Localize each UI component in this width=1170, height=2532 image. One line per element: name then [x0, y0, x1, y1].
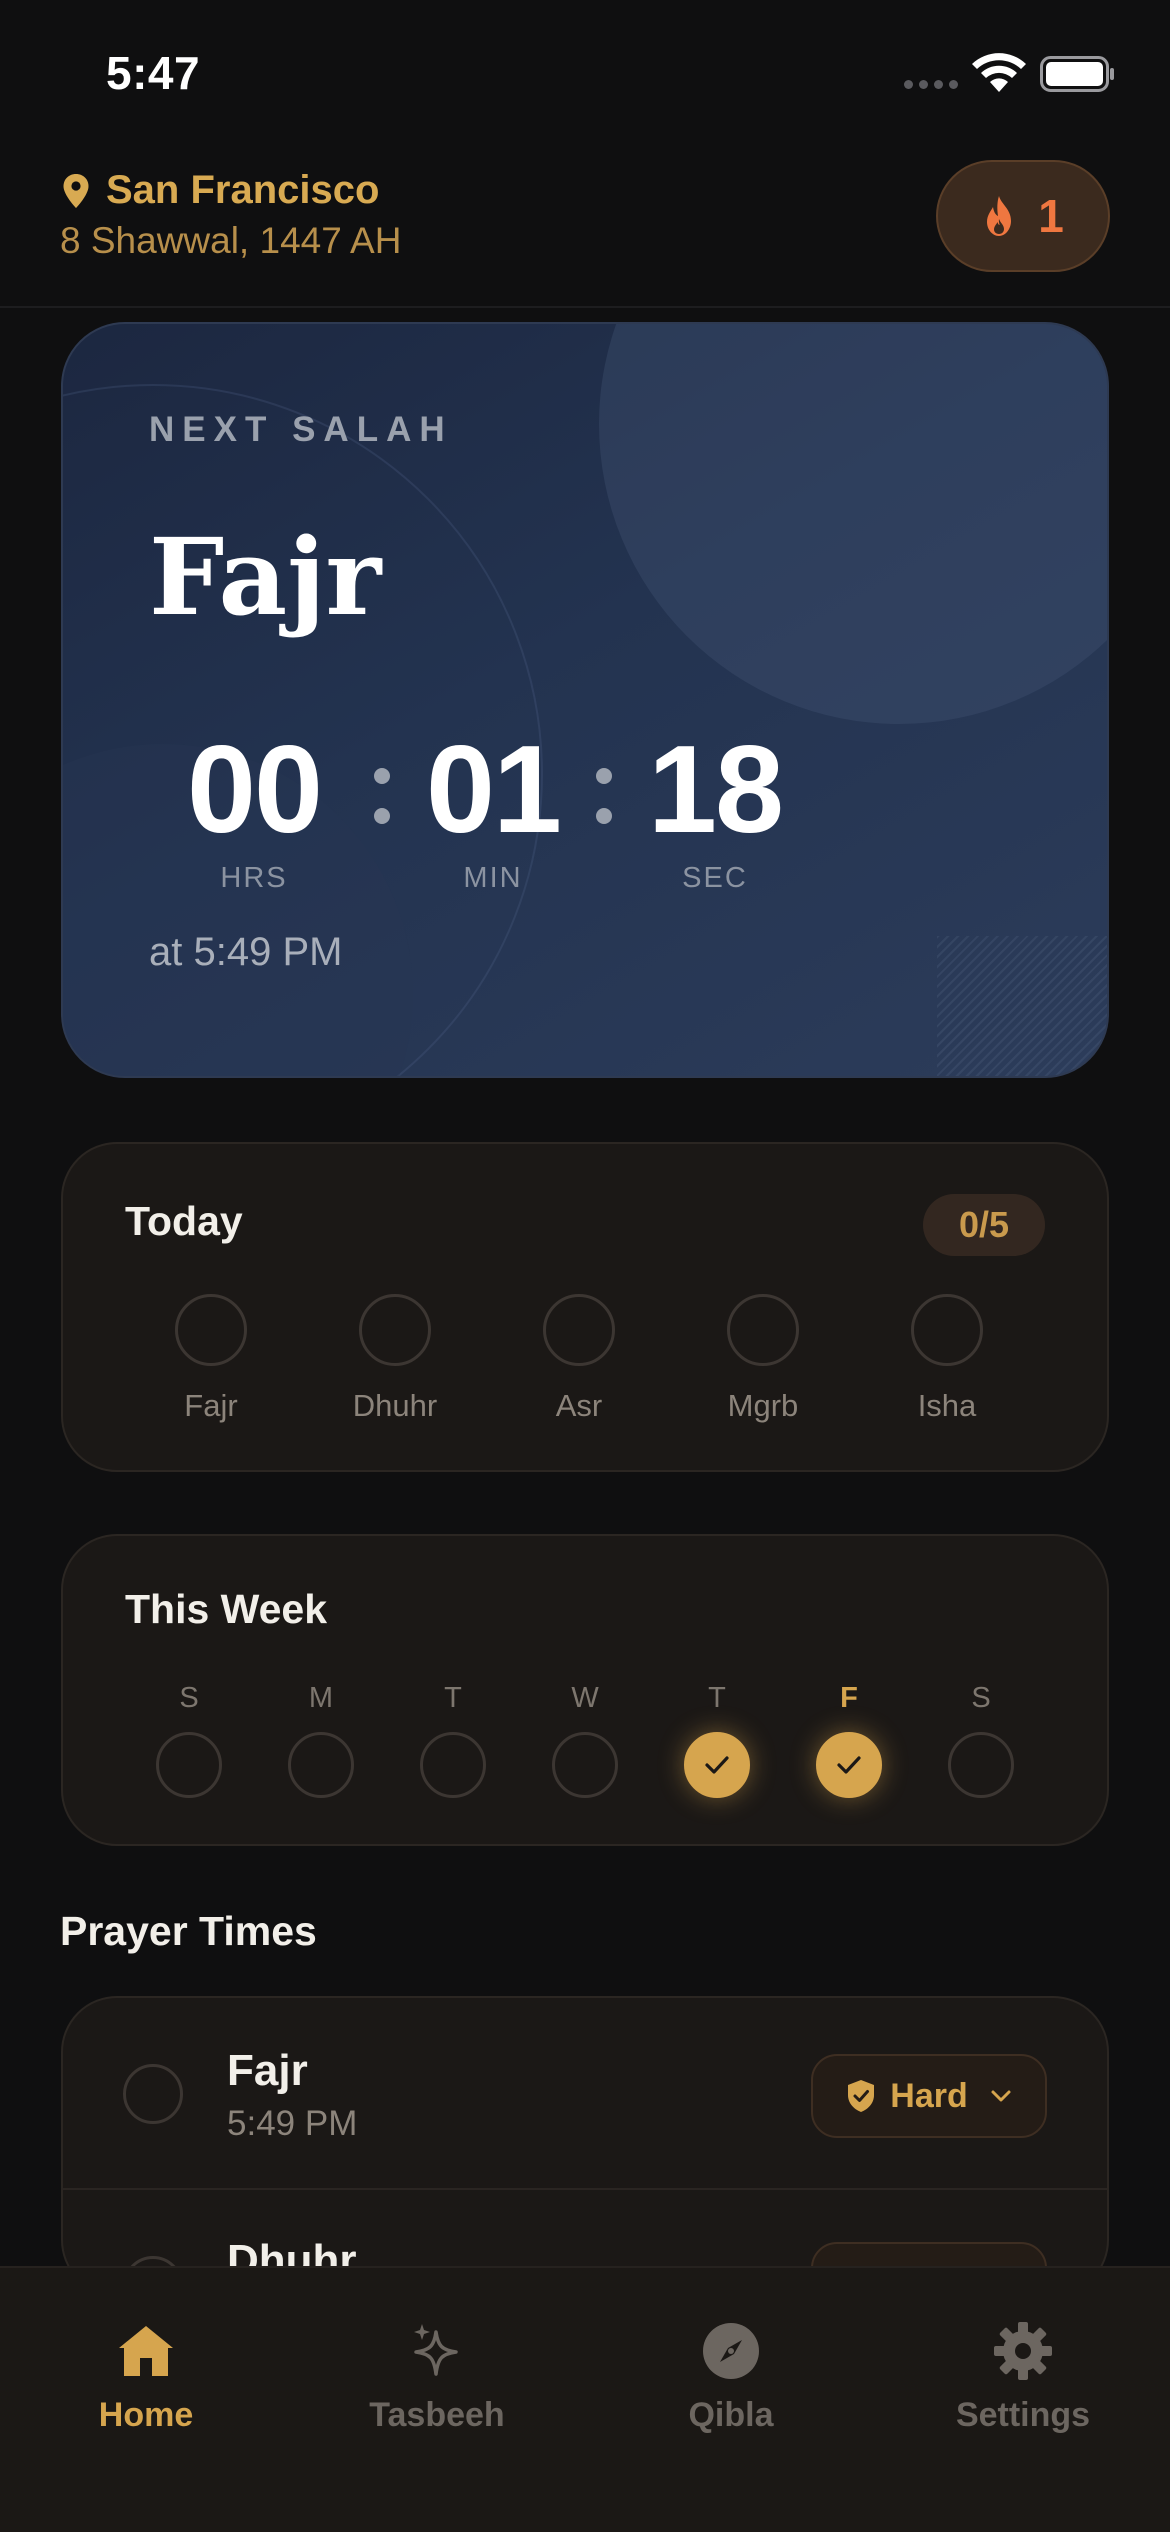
day-label-today: F [840, 1682, 858, 1714]
difficulty-dropdown[interactable]: Hard [811, 2054, 1047, 2138]
day-indicator[interactable] [420, 1732, 486, 1798]
tab-bar: Home Tasbeeh Qibla Settings [0, 2266, 1170, 2532]
tab-home[interactable]: Home [31, 2320, 261, 2435]
countdown-hours-label: HRS [220, 862, 288, 894]
day-label: T [444, 1682, 462, 1714]
countdown-seconds-label: SEC [682, 862, 748, 894]
next-salah-label: NEXT SALAH [149, 410, 453, 449]
day-label: M [308, 1682, 334, 1714]
countdown-minutes: 01 MIN [405, 728, 581, 895]
prayer-checkbox-fajr[interactable] [175, 1294, 247, 1366]
tab-label: Settings [955, 2396, 1091, 2434]
prayer-time-value: 5:49 PM [227, 2104, 358, 2143]
gear-icon [994, 2322, 1052, 2380]
decorative-pattern [937, 936, 1107, 1076]
next-salah-card[interactable]: NEXT SALAH Fajr 00 HRS 01 MIN 18 SEC at … [61, 322, 1109, 1078]
day-label: S [179, 1682, 199, 1714]
prayer-label: Dhuhr [352, 1388, 438, 1423]
prayer-checkbox-asr[interactable] [543, 1294, 615, 1366]
status-time: 5:47 [106, 47, 201, 99]
check-icon [705, 1756, 729, 1774]
tab-qibla[interactable]: Qibla [616, 2320, 846, 2435]
hijri-date: 8 Shawwal, 1447 AH [60, 220, 402, 261]
prayer-label: Isha [917, 1388, 977, 1423]
streak-badge[interactable]: 1 [936, 160, 1110, 272]
prayer-time-row[interactable]: Fajr 5:49 PM Hard [63, 1998, 1107, 2190]
header: San Francisco 8 Shawwal, 1447 AH 1 [0, 150, 1170, 308]
prayer-done-checkbox[interactable] [123, 2064, 183, 2124]
status-bar: 5:47 [0, 0, 1170, 150]
flame-icon [987, 196, 1012, 236]
day-indicator-completed[interactable] [816, 1732, 882, 1798]
today-title: Today [125, 1198, 243, 1244]
countdown-separator [359, 728, 405, 824]
today-card: Today 0/5 Fajr Dhuhr Asr Mgrb Isha [61, 1142, 1109, 1472]
chevron-down-icon [991, 2090, 1011, 2102]
tab-tasbeeh[interactable]: Tasbeeh [322, 2320, 552, 2435]
tab-label: Qibla [688, 2396, 774, 2434]
prayer-checkbox-isha[interactable] [911, 1294, 983, 1366]
prayer-checkbox-maghrib[interactable] [727, 1294, 799, 1366]
streak-count: 1 [1038, 190, 1064, 242]
home-icon [119, 2326, 173, 2376]
day-label: S [971, 1682, 991, 1714]
this-week-card: This Week S M T W T F S [61, 1534, 1109, 1846]
shield-check-icon [848, 2080, 875, 2112]
countdown-separator [581, 728, 627, 824]
tab-label: Tasbeeh [369, 2396, 505, 2434]
day-label: T [708, 1682, 726, 1714]
countdown-minutes-label: MIN [463, 862, 523, 894]
today-progress-badge: 0/5 [923, 1194, 1045, 1256]
prayer-checkbox-dhuhr[interactable] [359, 1294, 431, 1366]
countdown-hours: 00 HRS [149, 728, 359, 895]
day-indicator[interactable] [288, 1732, 354, 1798]
day-label: W [571, 1682, 599, 1714]
next-salah-name: Fajr [149, 514, 382, 639]
day-indicator-completed[interactable] [684, 1732, 750, 1798]
compass-icon [703, 2323, 759, 2379]
check-icon [837, 1756, 861, 1774]
day-indicator[interactable] [156, 1732, 222, 1798]
tab-label: Home [98, 2396, 194, 2434]
day-indicator[interactable] [948, 1732, 1014, 1798]
location-pin-icon [63, 173, 89, 208]
battery-icon [1040, 56, 1114, 92]
wifi-icon [972, 53, 1026, 92]
location[interactable]: San Francisco [62, 168, 379, 213]
difficulty-label: Hard [890, 2076, 968, 2115]
countdown-seconds: 18 SEC [627, 728, 803, 895]
prayer-time-name: Fajr [227, 2046, 308, 2095]
city-name: San Francisco [106, 168, 380, 212]
decorative-circle [599, 324, 1107, 724]
countdown-hours-value: 00 [187, 721, 323, 859]
day-indicator[interactable] [552, 1732, 618, 1798]
prayer-label: Asr [555, 1388, 603, 1423]
next-salah-time: at 5:49 PM [149, 930, 343, 974]
prayer-label: Mgrb [727, 1388, 799, 1423]
tab-settings[interactable]: Settings [908, 2320, 1138, 2435]
countdown-seconds-value: 18 [648, 721, 784, 859]
signal-icon [904, 80, 958, 89]
countdown: 00 HRS 01 MIN 18 SEC [149, 728, 803, 895]
countdown-minutes-value: 01 [426, 721, 562, 859]
week-title: This Week [125, 1586, 328, 1632]
prayer-times-heading: Prayer Times [60, 1908, 317, 1954]
prayer-times-list: Fajr 5:49 PM Hard Dhuhr [61, 1996, 1109, 2296]
sparkle-icon [414, 2324, 458, 2376]
prayer-label: Fajr [184, 1388, 238, 1423]
